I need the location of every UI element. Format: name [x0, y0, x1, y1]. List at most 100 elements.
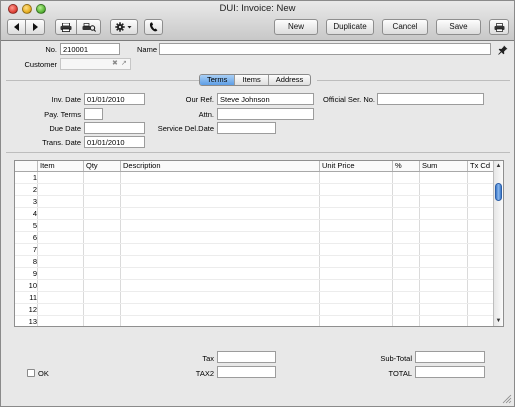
tab-bar: Terms Items Address — [199, 74, 312, 86]
table-row[interactable]: 13 — [15, 316, 494, 328]
items-grid[interactable]: Item Qty Description Unit Price % Sum Tx… — [14, 160, 504, 327]
service-del-date-field[interactable] — [217, 122, 276, 134]
official-ser-no-label: Official Ser. No. — [323, 95, 375, 104]
row-number: 12 — [28, 305, 37, 314]
invoice-window: DUI: Invoice: New New Duplicate Cancel S… — [0, 0, 515, 407]
table-row[interactable]: 7 — [15, 244, 494, 256]
back-arrow-icon — [13, 23, 19, 31]
total-field[interactable] — [415, 366, 485, 378]
row-number: 7 — [32, 245, 37, 254]
save-button[interactable]: Save — [436, 19, 481, 35]
forward-arrow-icon — [33, 23, 38, 31]
gear-icon — [115, 22, 132, 32]
operations-menu-button[interactable] — [110, 19, 138, 35]
phone-button[interactable] — [144, 19, 163, 35]
table-row[interactable]: 9 — [15, 268, 494, 280]
window-title: DUI: Invoice: New — [219, 3, 296, 14]
tab-terms[interactable]: Terms — [200, 75, 236, 85]
printer-icon — [494, 23, 504, 32]
inv-date-field[interactable]: 01/01/2010 — [84, 93, 145, 105]
row-number: 4 — [32, 209, 37, 218]
row-number: 3 — [32, 197, 37, 206]
subtotal-label: Sub-Total — [380, 354, 412, 363]
column-header-qty[interactable]: Qty — [83, 161, 120, 171]
total-label: TOTAL — [388, 369, 412, 378]
tax-field[interactable] — [217, 351, 276, 363]
tax-label: Tax — [202, 354, 214, 363]
column-header-percent[interactable]: % — [392, 161, 419, 171]
row-number: 1 — [32, 173, 37, 182]
tab-address[interactable]: Address — [269, 75, 311, 85]
scroll-down-arrow-icon[interactable]: ▼ — [494, 317, 503, 325]
column-header-sum[interactable]: Sum — [419, 161, 467, 171]
ok-checkbox[interactable] — [27, 369, 35, 377]
link-icon[interactable]: ↗ — [121, 59, 127, 67]
table-row[interactable]: 12 — [15, 304, 494, 316]
pay-terms-label: Pay. Terms — [44, 110, 81, 119]
row-number: 2 — [32, 185, 37, 194]
table-row[interactable]: 10 — [15, 280, 494, 292]
table-row[interactable]: 6 — [15, 232, 494, 244]
phone-icon — [149, 22, 158, 32]
tax2-label: TAX2 — [195, 369, 214, 378]
print-button[interactable] — [55, 19, 77, 35]
row-number: 11 — [29, 293, 37, 302]
customer-label: Customer — [24, 60, 57, 69]
scroll-up-arrow-icon[interactable]: ▲ — [494, 162, 503, 170]
official-ser-no-field[interactable] — [377, 93, 484, 105]
print-preview-button[interactable] — [77, 19, 101, 35]
duplicate-button[interactable]: Duplicate — [326, 19, 374, 35]
service-del-date-label: Service Del.Date — [157, 124, 214, 133]
tab-divider-left — [6, 80, 199, 81]
column-header-item[interactable]: Item — [37, 161, 83, 171]
record-printer-button[interactable] — [489, 19, 509, 35]
row-number: 6 — [32, 233, 37, 242]
table-row[interactable]: 3 — [15, 196, 494, 208]
row-number: 9 — [32, 269, 37, 278]
table-row[interactable]: 5 — [15, 220, 494, 232]
forward-button[interactable] — [26, 19, 45, 35]
tab-divider-right — [317, 80, 510, 81]
due-date-label: Due Date — [49, 124, 81, 133]
grid-header: Item Qty Description Unit Price % Sum Tx… — [15, 161, 494, 172]
trans-date-field[interactable]: 01/01/2010 — [84, 136, 145, 148]
row-number: 8 — [32, 257, 37, 266]
clear-icon[interactable]: ✖ — [112, 59, 118, 67]
print-icon — [60, 23, 72, 32]
print-preview-icon — [82, 23, 96, 32]
due-date-field[interactable] — [84, 122, 145, 134]
grid-vertical-scrollbar[interactable]: ▲ ▼ — [493, 161, 503, 326]
no-label: No. — [45, 45, 57, 54]
table-row[interactable]: 1 — [15, 172, 494, 184]
subtotal-field[interactable] — [415, 351, 485, 363]
row-number: 10 — [28, 281, 37, 290]
table-row[interactable]: 4 — [15, 208, 494, 220]
table-row[interactable]: 8 — [15, 256, 494, 268]
tab-items[interactable]: Items — [235, 75, 269, 85]
pay-terms-field[interactable] — [84, 108, 103, 120]
table-row[interactable]: 11 — [15, 292, 494, 304]
column-header-tax-code[interactable]: Tx Cd — [467, 161, 494, 171]
back-button[interactable] — [7, 19, 26, 35]
name-label: Name — [136, 45, 157, 54]
resize-grip-icon[interactable] — [501, 393, 512, 404]
our-ref-label: Our Ref. — [185, 95, 214, 104]
column-header-unit-price[interactable]: Unit Price — [319, 161, 392, 171]
section-divider — [6, 152, 510, 153]
attn-field[interactable] — [217, 108, 314, 120]
row-number: 5 — [32, 221, 37, 230]
no-field[interactable]: 210001 — [60, 43, 120, 55]
scrollbar-thumb[interactable] — [495, 183, 502, 201]
name-field[interactable] — [159, 43, 491, 55]
attn-label: Attn. — [198, 110, 214, 119]
new-button[interactable]: New — [274, 19, 318, 35]
our-ref-field[interactable]: Steve Johnson — [217, 93, 314, 105]
inv-date-label: Inv. Date — [51, 95, 81, 104]
column-header-description[interactable]: Description — [120, 161, 319, 171]
pin-icon[interactable] — [498, 45, 508, 57]
table-row[interactable]: 2 — [15, 184, 494, 196]
row-number: 13 — [28, 317, 37, 326]
tax2-field[interactable] — [217, 366, 276, 378]
cancel-button[interactable]: Cancel — [382, 19, 428, 35]
ok-label: OK — [38, 369, 49, 378]
